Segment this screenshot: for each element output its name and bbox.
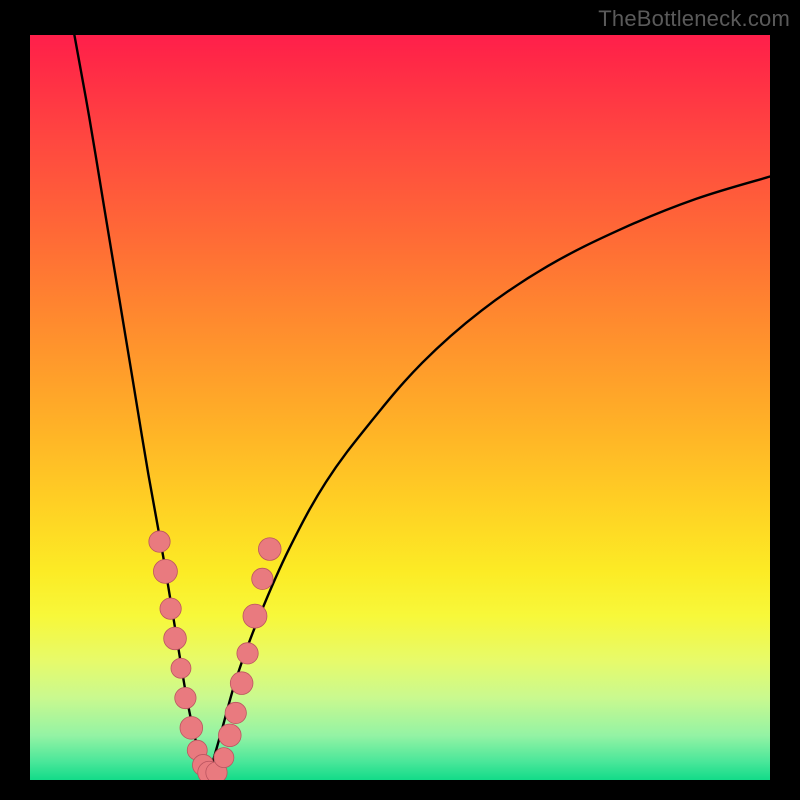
- data-dot: [149, 531, 170, 552]
- data-dot: [160, 598, 181, 619]
- data-dot: [218, 724, 241, 747]
- data-dot: [258, 538, 281, 561]
- data-dot: [164, 627, 187, 650]
- curve-right-branch: [208, 177, 770, 780]
- watermark-label: TheBottleneck.com: [598, 6, 790, 32]
- data-dot: [153, 559, 177, 583]
- plot-area: [30, 35, 770, 780]
- curve-layer: [30, 35, 770, 780]
- data-dot: [225, 702, 246, 723]
- data-dots: [149, 531, 281, 780]
- data-dot: [180, 717, 203, 740]
- data-dot: [252, 568, 273, 589]
- data-dot: [230, 672, 253, 695]
- data-dot: [171, 658, 191, 678]
- data-dot: [237, 643, 258, 664]
- data-dot: [214, 748, 234, 768]
- chart-frame: TheBottleneck.com: [0, 0, 800, 800]
- data-dot: [175, 687, 196, 708]
- data-dot: [243, 604, 267, 628]
